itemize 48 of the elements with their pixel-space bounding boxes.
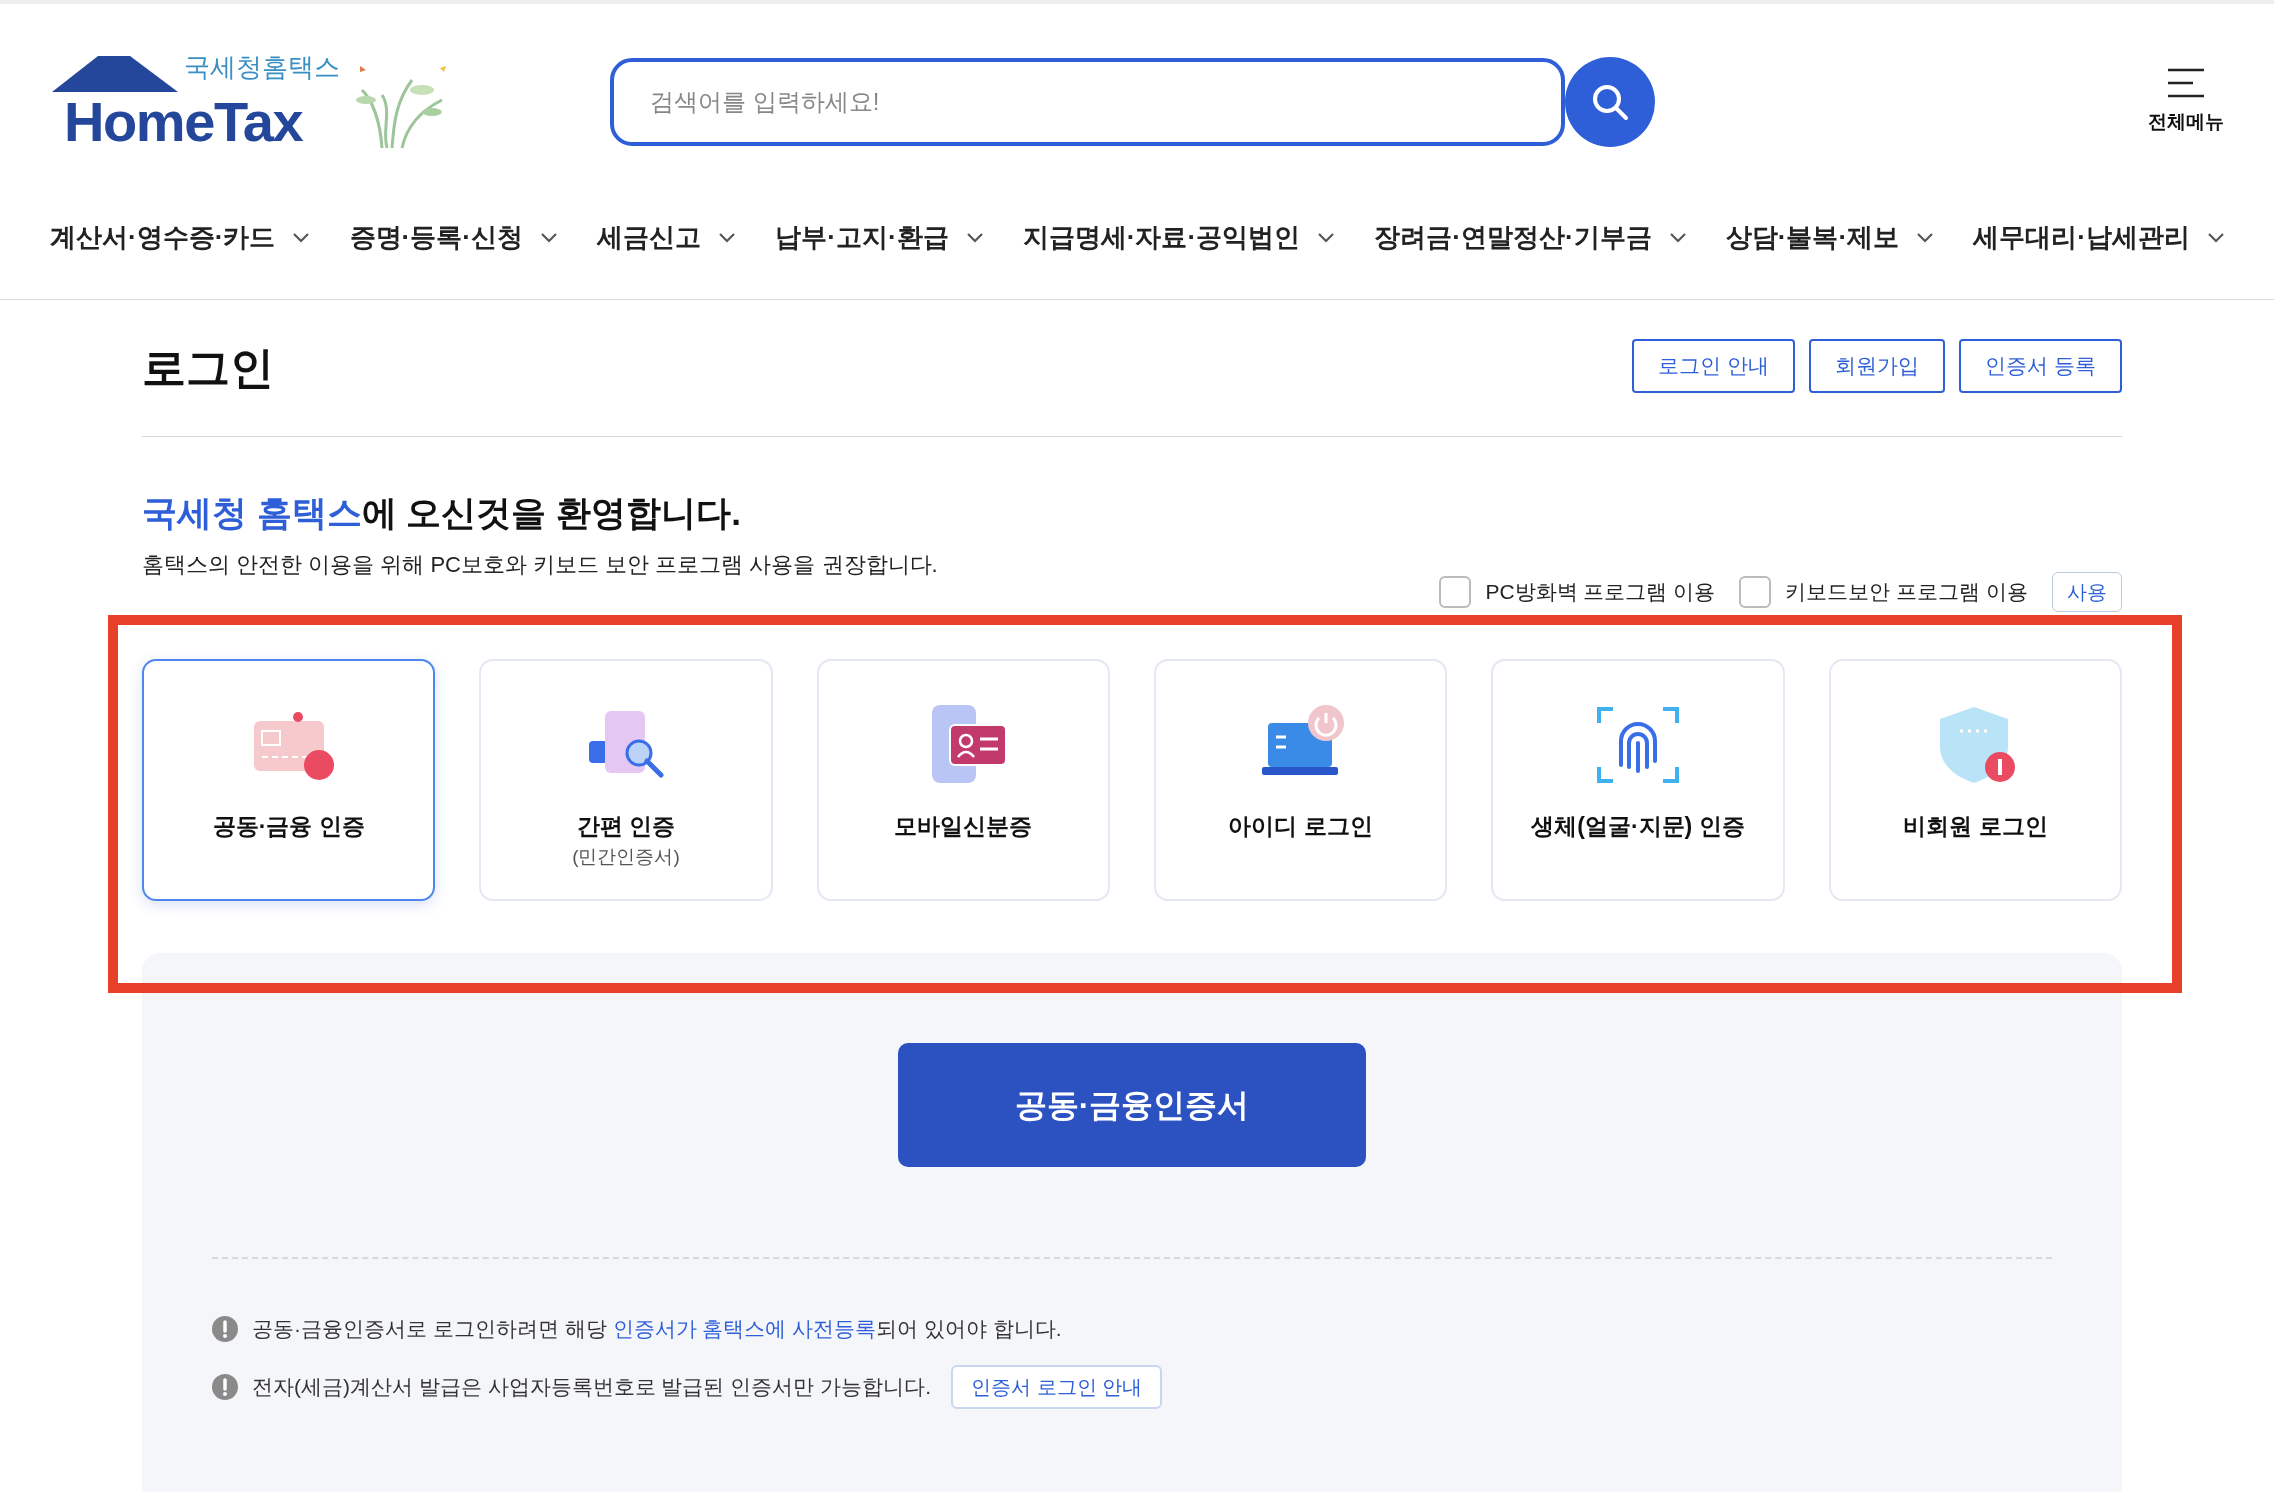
use-button[interactable]: 사용 <box>2052 571 2122 612</box>
notice-text: 공동·금융인증서로 로그인하려면 해당 인증서가 홈택스에 사전등록되어 있어야 합니다. <box>252 1315 1062 1342</box>
nav-menu-item[interactable]: 납부·고지·환급 <box>775 218 983 257</box>
exclamation-icon <box>212 1373 238 1400</box>
nav-menu-item[interactable]: 증명·등록·신청 <box>349 218 557 257</box>
menu-icon <box>2167 67 2205 98</box>
checkbox-label: PC방화벽 프로그램 이용 <box>1485 578 1716 605</box>
nav-menu-item[interactable]: 세금신고 <box>597 218 736 257</box>
logo-caption: 국세청홈택스 <box>184 54 340 80</box>
nav-menu-item[interactable]: 세무대리·납세관리 <box>1973 218 2224 257</box>
chevron-down-icon <box>1318 232 1335 243</box>
menu-button[interactable]: 전체메뉴 <box>2148 67 2224 137</box>
welcome-subtitle: 홈택스의 안전한 이용을 위해 PC보호와 키보드 보안 프로그램 사용을 권장합니다. <box>142 550 939 579</box>
certificate-guide-button[interactable]: 인증서 로그인 안내 <box>951 1364 1163 1409</box>
search-icon <box>1590 82 1630 122</box>
chevron-down-icon <box>293 232 310 243</box>
exclamation-icon <box>212 1315 238 1342</box>
chevron-down-icon <box>540 232 557 243</box>
login-method-card[interactable]: 생체(얼굴·지문) 인증 <box>1491 658 1785 901</box>
search-field[interactable]: 검색어를 입력하세요! <box>610 58 1565 146</box>
checkbox[interactable] <box>1739 575 1772 608</box>
login-method-card[interactable]: 비회원 로그인 <box>1828 658 2122 901</box>
chevron-down-icon <box>1917 232 1934 243</box>
nav-menu-item[interactable]: 장려금·연말정산·기부금 <box>1374 218 1686 257</box>
house-roof-icon <box>50 54 180 94</box>
checkbox-label: 키보드보안 프로그램 이용 <box>1785 578 2028 605</box>
checkbox[interactable] <box>1439 575 1472 608</box>
notice-text: 전자(세금)계산서 발급은 사업자등록번호로 발급된 인증서만 가능합니다. <box>252 1373 931 1400</box>
welcome-heading: 국세청 홈택스에 오신것을 환영합니다. <box>142 492 742 534</box>
nav-menu-item[interactable]: 상담·불복·제보 <box>1725 218 1934 257</box>
chevron-down-icon <box>966 232 983 243</box>
header-button[interactable]: 회원가입 <box>1809 339 1946 393</box>
page-title: 로그인 <box>142 342 274 394</box>
chevron-down-icon <box>2207 232 2224 243</box>
card-sublabel: (민간인증서) <box>572 845 680 869</box>
logo-text: HomeTax <box>64 94 304 150</box>
login-method-card[interactable]: 간편 인증 (민간인증서) <box>479 658 773 901</box>
chevron-down-icon <box>719 232 736 243</box>
header-button[interactable]: 인증서 등록 <box>1959 339 2122 393</box>
nav-menu-item[interactable]: 지급명세·자료·공익법인 <box>1022 218 1335 257</box>
chevron-down-icon <box>1669 232 1686 243</box>
login-method-card[interactable]: 모바일신분증 <box>816 658 1110 901</box>
login-method-card[interactable]: 아이디 로그인 <box>1154 658 1448 901</box>
nav-menu-item[interactable]: 계산서·영수증·카드 <box>50 218 310 257</box>
header-button[interactable]: 로그인 안내 <box>1632 339 1796 393</box>
certificate-login-button[interactable]: 공동·금융인증서 <box>898 1042 1366 1167</box>
notice-link[interactable]: 인증서가 홈택스에 사전등록 <box>612 1316 877 1340</box>
login-method-card[interactable]: 공동·금융 인증 <box>142 658 436 901</box>
